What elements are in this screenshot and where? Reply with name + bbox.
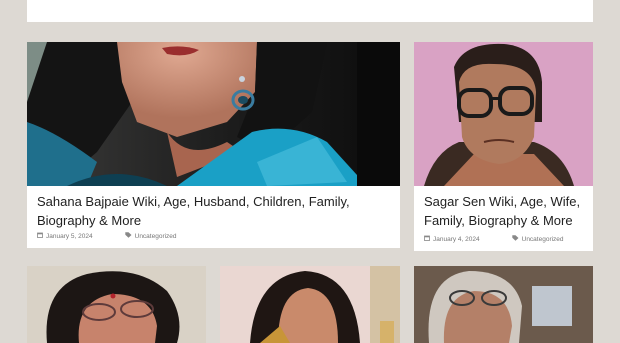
post-thumbnail-sagar[interactable] <box>414 42 593 186</box>
tag-icon <box>511 235 519 243</box>
post-category[interactable]: Uncategorized <box>522 236 564 243</box>
post-thumbnail-sahana[interactable] <box>27 42 400 186</box>
post-date[interactable]: January 5, 2024 <box>46 233 93 240</box>
post-title-sagar[interactable]: Sagar Sen Wiki, Age, Wife, Family, Biogr… <box>424 192 589 230</box>
post-card-sahana[interactable]: Sahana Bajpaie Wiki, Age, Husband, Child… <box>27 42 400 248</box>
post-meta-sagar: January 4, 2024 Uncategorized <box>424 235 564 243</box>
post-meta-sahana: January 5, 2024 Uncategorized <box>37 232 177 240</box>
post-category[interactable]: Uncategorized <box>135 233 177 240</box>
post-date[interactable]: January 4, 2024 <box>433 236 480 243</box>
header-strip <box>27 0 593 22</box>
post-thumbnail-bottom-2[interactable] <box>220 266 400 343</box>
calendar-icon <box>424 235 430 243</box>
post-title-sahana[interactable]: Sahana Bajpaie Wiki, Age, Husband, Child… <box>37 192 392 230</box>
post-thumbnail-bottom-1[interactable] <box>27 266 206 343</box>
tag-icon <box>124 232 132 240</box>
post-thumbnail-bottom-3[interactable] <box>414 266 593 343</box>
calendar-icon <box>37 232 43 240</box>
post-card-sagar[interactable]: Sagar Sen Wiki, Age, Wife, Family, Biogr… <box>414 42 593 251</box>
